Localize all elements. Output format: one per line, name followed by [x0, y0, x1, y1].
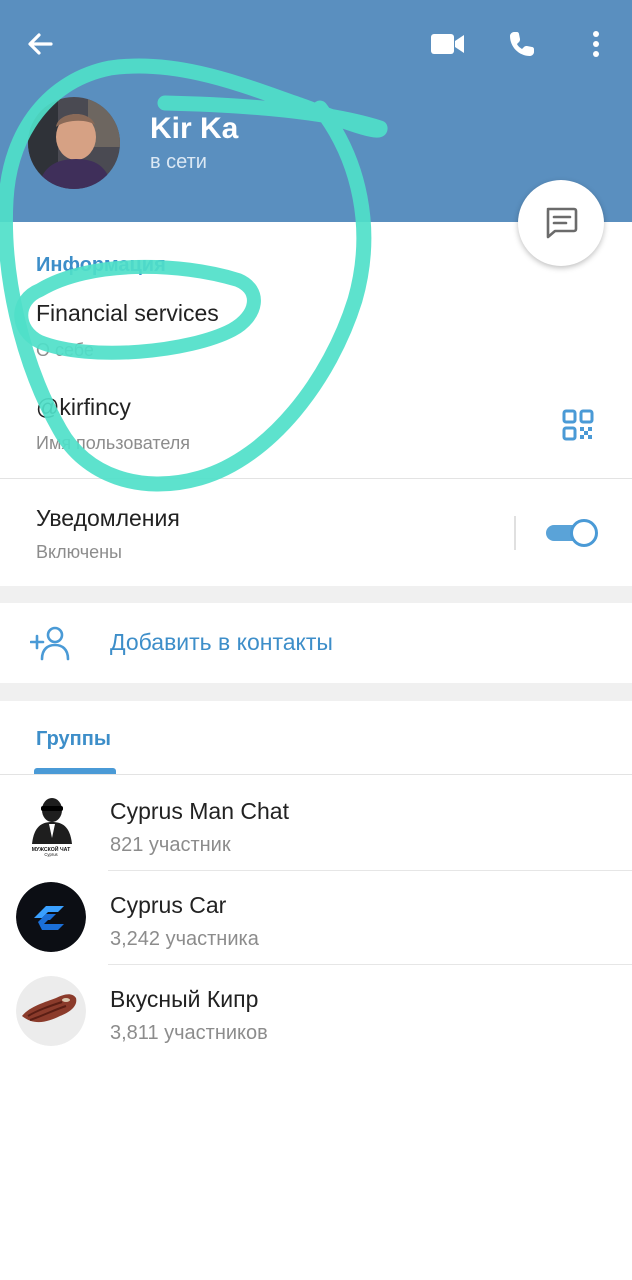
toggle-knob	[570, 519, 598, 547]
qr-code-button[interactable]	[558, 405, 598, 445]
group-avatar-subcaption: Cyprus	[44, 852, 57, 857]
add-person-icon	[30, 626, 70, 661]
section-gap	[0, 683, 632, 701]
phone-icon	[510, 32, 534, 56]
vertical-divider	[514, 516, 516, 550]
arrow-left-icon	[28, 33, 53, 55]
video-call-button[interactable]	[426, 22, 470, 66]
notifications-toggle[interactable]	[546, 517, 600, 547]
notifications-state: Включены	[36, 542, 122, 562]
username-value[interactable]: @kirfincy	[36, 394, 131, 421]
username-label: Имя пользователя	[36, 433, 191, 453]
info-section-title: Информация	[36, 254, 166, 276]
group-name: Вкусный Кипр	[110, 986, 259, 1012]
tabs-divider	[0, 774, 632, 775]
group-item[interactable]: Cyprus Car 3,242 участника	[0, 870, 632, 964]
more-options-button[interactable]	[574, 22, 618, 66]
group-item[interactable]: МУЖСКОЙ ЧАТ Cyprus Cyprus Man Chat 821 у…	[0, 776, 632, 870]
group-item[interactable]: Вкусный Кипр 3,811 участников	[0, 964, 632, 1058]
video-camera-icon	[431, 34, 464, 54]
online-status: в сети	[150, 151, 207, 173]
group-member-count: 3,242 участника	[110, 928, 259, 950]
qr-code-icon	[562, 409, 594, 441]
section-gap	[0, 586, 632, 603]
message-icon	[546, 207, 578, 239]
send-message-button[interactable]	[518, 180, 604, 266]
bio-value[interactable]: Financial services	[36, 300, 219, 327]
more-vertical-icon	[593, 31, 599, 57]
group-name: Cyprus Man Chat	[110, 798, 289, 824]
divider	[0, 478, 632, 479]
group-avatar	[16, 882, 86, 952]
group-member-count: 3,811 участников	[110, 1022, 268, 1044]
tab-groups[interactable]: Группы	[36, 728, 111, 751]
bio-label: О себе	[36, 340, 94, 360]
voice-call-button[interactable]	[500, 22, 544, 66]
group-avatar: МУЖСКОЙ ЧАТ Cyprus	[16, 788, 86, 858]
back-button[interactable]	[18, 22, 62, 66]
profile-avatar[interactable]	[28, 97, 120, 189]
group-avatar	[16, 976, 86, 1046]
group-name: Cyprus Car	[110, 892, 227, 918]
group-member-count: 821 участник	[110, 834, 231, 856]
add-contact-row[interactable]: Добавить в контакты	[0, 603, 632, 683]
notifications-label[interactable]: Уведомления	[36, 505, 180, 532]
profile-name: Kir Ka	[150, 112, 239, 145]
add-contact-label: Добавить в контакты	[110, 629, 333, 655]
